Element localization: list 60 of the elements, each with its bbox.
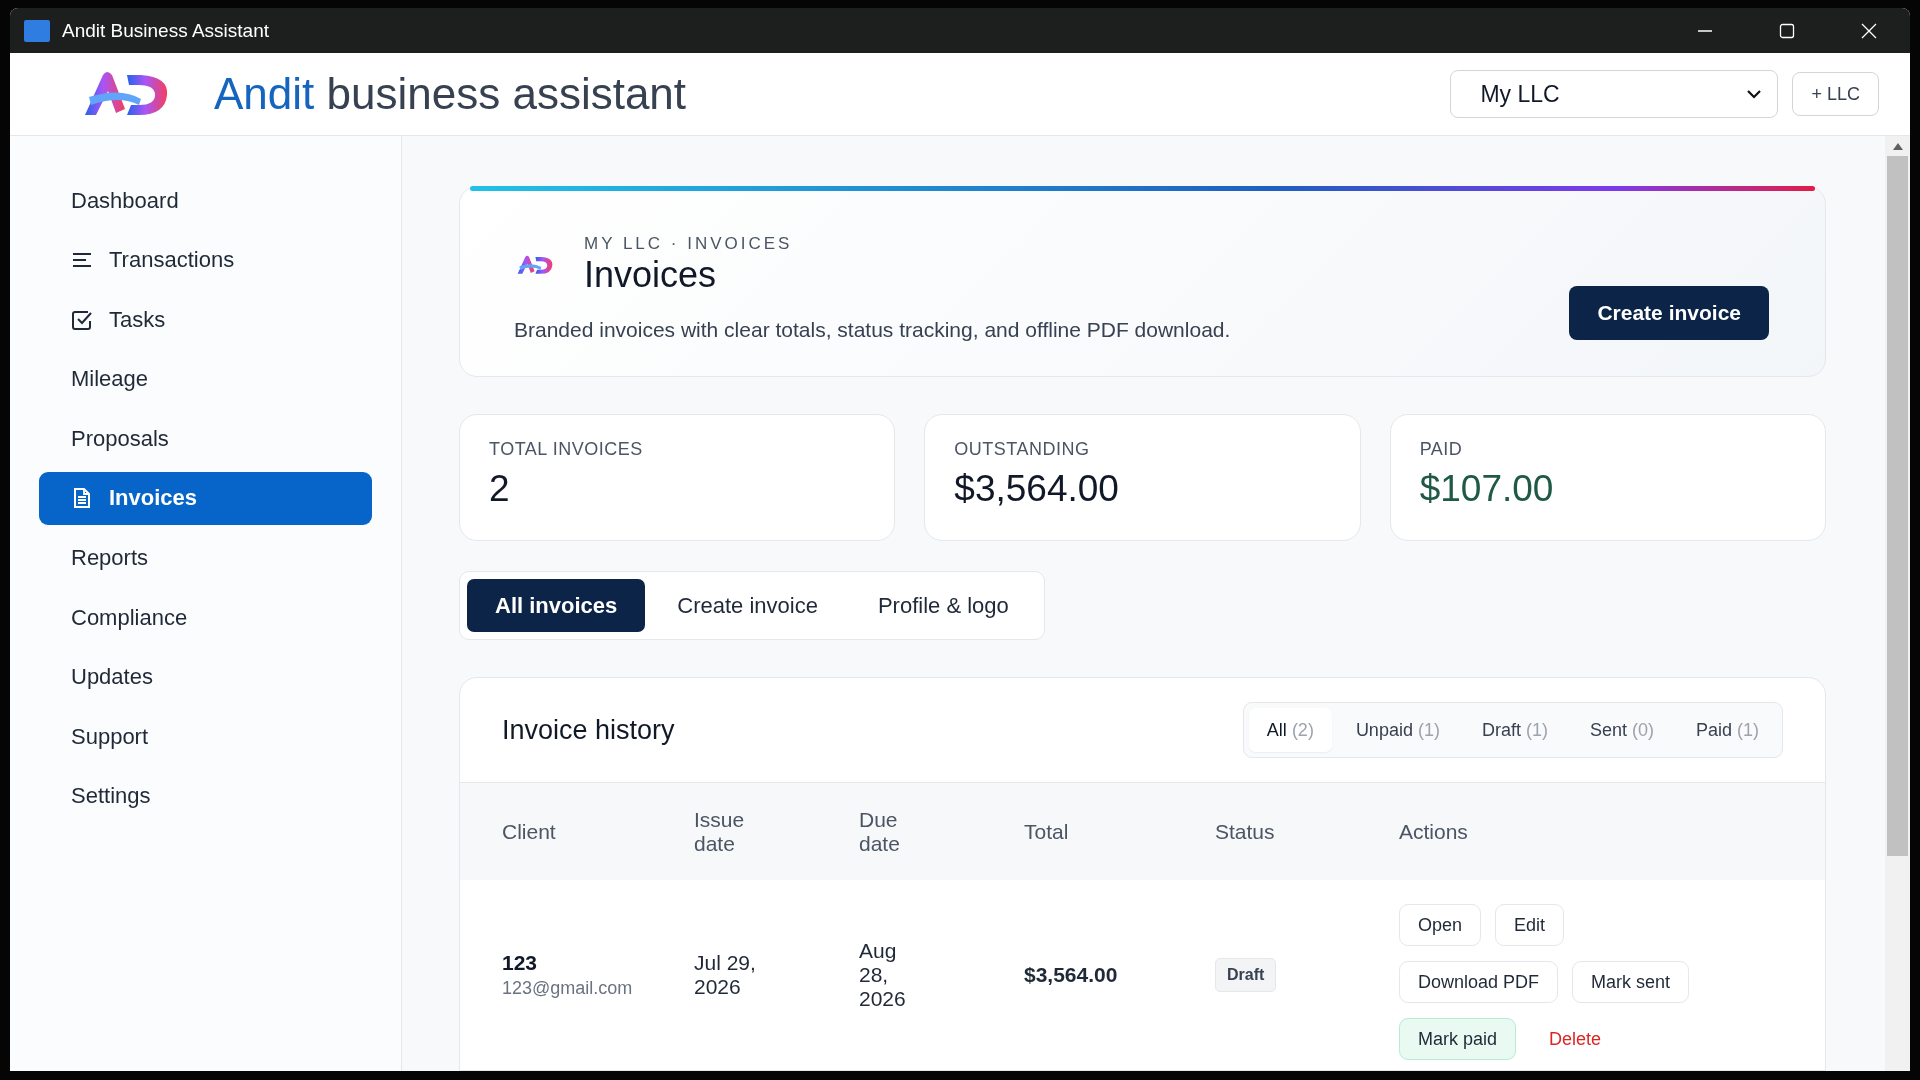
due-date: Aug 28, 2026 xyxy=(859,939,907,1011)
sidebar-item[interactable]: Support xyxy=(39,710,372,764)
app-brand-title: Andit business assistant xyxy=(214,69,688,119)
tab[interactable]: All invoices xyxy=(467,579,646,632)
action-button[interactable]: Mark sent xyxy=(1572,961,1690,1003)
logo-icon xyxy=(516,254,554,276)
create-invoice-button[interactable]: Create invoice xyxy=(1569,286,1769,340)
filter-chip[interactable]: Unpaid (1) xyxy=(1337,708,1458,752)
stat-value: $107.00 xyxy=(1419,468,1555,510)
stat-label: OUTSTANDING xyxy=(954,439,1091,460)
column-header: Issue date xyxy=(694,807,746,856)
action-button[interactable]: Open xyxy=(1399,904,1482,946)
column-header: Client xyxy=(502,819,556,843)
status-badge: Draft xyxy=(1215,958,1277,992)
filter-chip[interactable]: Paid (1) xyxy=(1677,708,1777,752)
add-company-button[interactable]: + LLC xyxy=(1792,72,1879,116)
sidebar-item[interactable]: Proposals xyxy=(39,412,372,466)
filter-chip[interactable]: Sent (0) xyxy=(1571,708,1672,752)
sidebar-item[interactable]: Invoices xyxy=(39,471,372,525)
page-description: Branded invoices with clear totals, status tracking, and offline PDF download. xyxy=(514,318,1232,342)
sidebar-item[interactable]: Dashboard xyxy=(39,174,372,227)
action-button[interactable]: Mark paid xyxy=(1399,1018,1517,1060)
maximize-icon[interactable] xyxy=(1778,21,1796,40)
filter-chip[interactable]: All (2) xyxy=(1248,708,1332,752)
filter-chip[interactable]: Draft (1) xyxy=(1463,708,1566,752)
invoice-total: $3,564.00 xyxy=(1024,963,1118,986)
scroll-up-arrow-icon[interactable] xyxy=(1892,142,1903,150)
stat-value: 2 xyxy=(489,468,511,510)
close-icon[interactable] xyxy=(1860,21,1878,40)
breadcrumb: MY LLC · INVOICES xyxy=(584,234,793,254)
issue-date: Jul 29, 2026 xyxy=(694,951,757,999)
sidebar-item[interactable]: Reports xyxy=(39,531,372,585)
checkbox-icon xyxy=(71,308,93,331)
scrollbar[interactable] xyxy=(1885,136,1910,1071)
sidebar-item[interactable]: Updates xyxy=(39,650,372,704)
column-header: Status xyxy=(1215,819,1275,843)
document-icon xyxy=(71,487,93,510)
column-header: Due date xyxy=(859,807,901,856)
tab[interactable]: Create invoice xyxy=(649,579,846,632)
stat-label: PAID xyxy=(1419,439,1464,460)
sidebar-item[interactable]: Tasks xyxy=(39,293,372,347)
window-title: Andit Business Assistant xyxy=(62,19,270,42)
company-select[interactable]: My LLC xyxy=(1450,70,1779,118)
client-name: 123 xyxy=(502,951,539,975)
action-button[interactable]: Edit xyxy=(1495,904,1565,946)
action-button[interactable]: Delete xyxy=(1530,1018,1621,1060)
stat-label: TOTAL INVOICES xyxy=(489,439,644,460)
app-icon xyxy=(24,19,50,42)
tab[interactable]: Profile & logo xyxy=(849,579,1037,632)
section-title: Invoice history xyxy=(502,714,676,746)
column-header: Actions xyxy=(1399,819,1468,843)
sidebar-item[interactable]: Compliance xyxy=(39,591,372,645)
sidebar-item[interactable]: Mileage xyxy=(39,352,372,406)
page-title: Invoices xyxy=(584,254,718,296)
client-email: 123@gmail.com xyxy=(502,978,634,999)
stat-value: $3,564.00 xyxy=(954,468,1120,510)
sidebar-item[interactable]: Settings xyxy=(39,769,372,823)
sidebar-item[interactable]: Transactions xyxy=(39,233,372,287)
column-header: Total xyxy=(1024,819,1069,843)
action-button[interactable]: Download PDF xyxy=(1399,961,1559,1003)
